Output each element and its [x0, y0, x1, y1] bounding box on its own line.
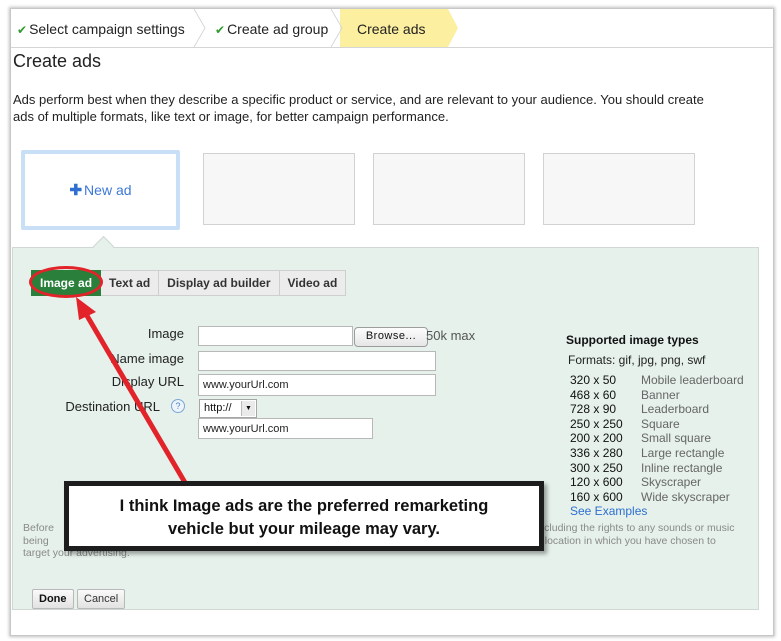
annotation-callout: I think Image ads are the preferred rema…	[64, 481, 544, 551]
annotation-arrow-shaft	[83, 311, 190, 489]
annotation-arrow-head	[76, 297, 96, 320]
